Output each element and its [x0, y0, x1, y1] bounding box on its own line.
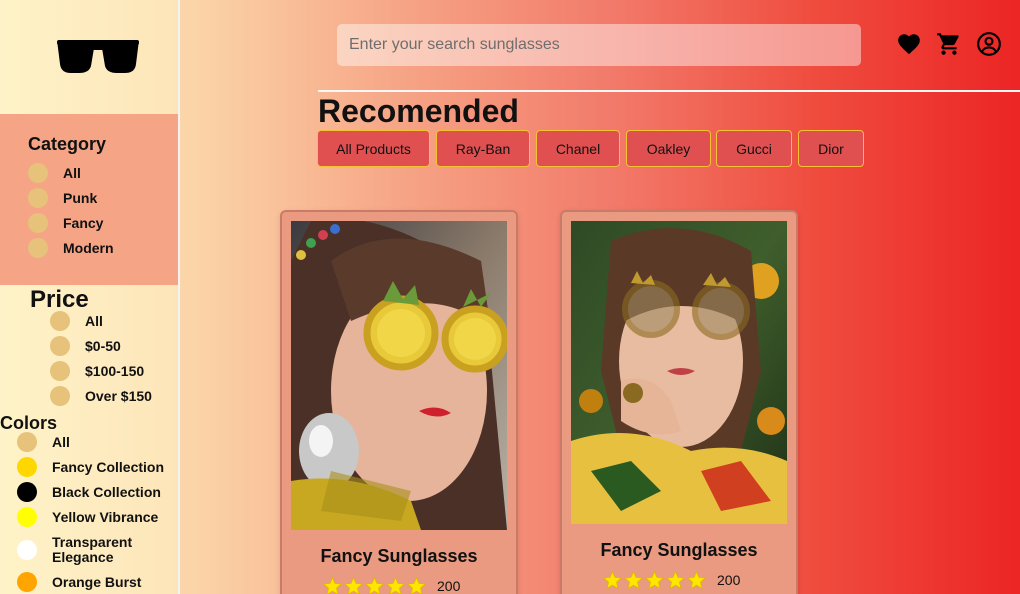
- rating-stars: [602, 570, 707, 590]
- category-option-punk[interactable]: Punk: [28, 187, 97, 209]
- product-image[interactable]: [291, 221, 507, 530]
- filter-all-products-button[interactable]: All Products: [317, 130, 430, 167]
- radio-dot[interactable]: [28, 188, 48, 208]
- filter-rayban-button[interactable]: Ray-Ban: [436, 130, 530, 167]
- heart-icon[interactable]: [896, 31, 922, 57]
- price-option-label: All: [85, 313, 103, 329]
- star-icon: [364, 576, 385, 594]
- color-option-orange[interactable]: Orange Burst: [17, 571, 141, 593]
- category-option-modern[interactable]: Modern: [28, 237, 114, 259]
- price-option-label: $100-150: [85, 363, 145, 379]
- color-option-label: Orange Burst: [52, 574, 142, 590]
- filter-dior-button[interactable]: Dior: [798, 130, 864, 167]
- filter-chanel-button[interactable]: Chanel: [536, 130, 620, 167]
- product-price: 200: [437, 578, 461, 594]
- category-option-all[interactable]: All: [28, 162, 81, 184]
- cart-icon[interactable]: [936, 31, 962, 57]
- radio-dot[interactable]: [28, 213, 48, 233]
- user-icon[interactable]: [976, 31, 1002, 57]
- product-name: Fancy Sunglasses: [320, 546, 478, 566]
- color-swatch[interactable]: [17, 540, 37, 560]
- color-swatch[interactable]: [17, 507, 37, 527]
- filter-gucci-button[interactable]: Gucci: [716, 130, 792, 167]
- radio-dot[interactable]: [28, 163, 48, 183]
- product-card[interactable]: Fancy Sunglasses 200: [280, 210, 518, 594]
- radio-dot[interactable]: [28, 238, 48, 258]
- category-option-label: Modern: [63, 240, 114, 256]
- color-option-all[interactable]: All: [17, 431, 70, 453]
- radio-dot[interactable]: [50, 311, 70, 331]
- rating-stars: [322, 576, 427, 594]
- radio-dot[interactable]: [50, 336, 70, 356]
- product-image[interactable]: [571, 221, 787, 524]
- radio-dot[interactable]: [50, 361, 70, 381]
- price-option-100-150[interactable]: $100-150: [50, 360, 144, 382]
- sunglasses-icon[interactable]: [57, 36, 139, 76]
- price-option-0-50[interactable]: $0-50: [50, 335, 121, 357]
- price-option-all[interactable]: All: [50, 310, 103, 332]
- color-option-label: Yellow Vibrance: [52, 509, 159, 525]
- page-title: Recomended: [318, 93, 519, 129]
- star-icon: [665, 570, 686, 590]
- star-icon: [343, 576, 364, 594]
- color-swatch[interactable]: [17, 432, 37, 452]
- star-icon: [644, 570, 665, 590]
- color-option-label: Black Collection: [52, 484, 161, 500]
- product-name: Fancy Sunglasses: [600, 540, 758, 560]
- category-option-fancy[interactable]: Fancy: [28, 212, 103, 234]
- color-option-label: Fancy Collection: [52, 459, 165, 475]
- category-option-label: All: [63, 165, 81, 181]
- product-card[interactable]: Fancy Sunglasses 200: [560, 210, 798, 594]
- color-option-yellow[interactable]: Yellow Vibrance: [17, 506, 158, 528]
- search-input[interactable]: [337, 24, 861, 66]
- color-swatch[interactable]: [17, 572, 37, 592]
- price-option-over-150[interactable]: Over $150: [50, 385, 152, 407]
- star-icon: [686, 570, 707, 590]
- star-icon: [406, 576, 427, 594]
- color-swatch[interactable]: [17, 457, 37, 477]
- star-icon: [623, 570, 644, 590]
- color-option-label: All: [52, 434, 70, 450]
- color-option-transparent[interactable]: Transparent Elegance: [17, 534, 142, 566]
- product-price: 200: [717, 572, 741, 588]
- color-option-label: Transparent Elegance: [52, 534, 133, 565]
- category-option-label: Fancy: [63, 215, 104, 231]
- category-option-label: Punk: [63, 190, 98, 206]
- category-title: Category: [28, 134, 107, 154]
- price-option-label: $0-50: [85, 338, 121, 354]
- color-swatch[interactable]: [17, 482, 37, 502]
- header-divider: [318, 90, 1020, 92]
- star-icon: [602, 570, 623, 590]
- sidebar: Category All Punk Fancy Modern Price All…: [0, 0, 180, 594]
- radio-dot[interactable]: [50, 386, 70, 406]
- price-option-label: Over $150: [85, 388, 152, 404]
- color-option-black[interactable]: Black Collection: [17, 481, 161, 503]
- star-icon: [385, 576, 406, 594]
- filter-oakley-button[interactable]: Oakley: [626, 130, 711, 167]
- color-option-fancy[interactable]: Fancy Collection: [17, 456, 164, 478]
- star-icon: [322, 576, 343, 594]
